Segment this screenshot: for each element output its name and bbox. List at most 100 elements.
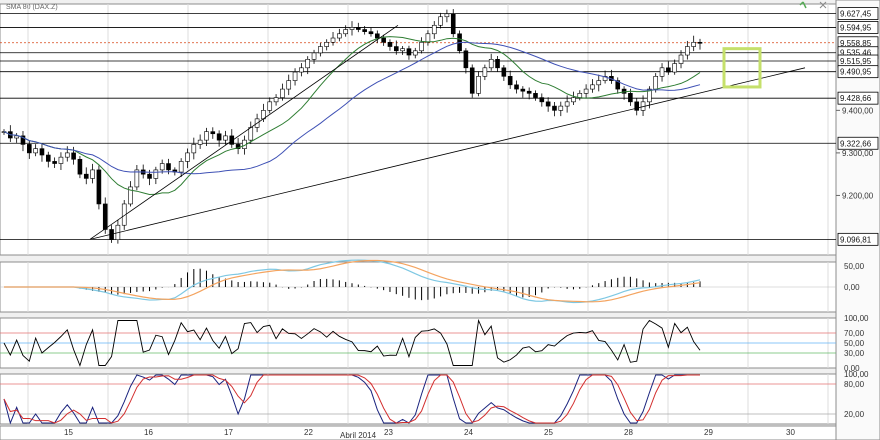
price-box-label: 9.490,95: [840, 68, 872, 77]
candle-body: [533, 93, 538, 98]
candle-body: [520, 88, 526, 92]
rsi-tick-label: 50,00: [844, 339, 865, 348]
candle-body: [685, 46, 690, 56]
candle-body: [697, 41, 703, 44]
candle-body: [27, 144, 32, 154]
candle-body: [495, 59, 500, 69]
candle-body: [58, 156, 64, 164]
candle-body: [318, 46, 323, 54]
candle-body: [33, 148, 38, 154]
candle-body: [52, 161, 57, 164]
stoch-tick-label: 100,00: [844, 370, 869, 379]
candle-body: [400, 48, 405, 52]
candle-body: [191, 144, 197, 154]
candle-body: [634, 101, 640, 111]
price-box-label: 9.428,66: [840, 94, 872, 103]
candle-body: [387, 41, 393, 47]
candle-body: [134, 169, 140, 188]
candle-body: [419, 41, 424, 52]
candle-body: [672, 63, 677, 73]
candle-body: [305, 59, 311, 69]
candle-body: [438, 16, 443, 26]
candle-body: [501, 67, 507, 77]
price-box-label: 9.322,66: [840, 139, 872, 148]
candle-body: [590, 84, 595, 90]
rsi-tick-label: 70,00: [844, 329, 865, 338]
macd-tick-label: 0,00: [844, 283, 860, 292]
candle-body: [545, 101, 551, 107]
candle-body: [469, 67, 475, 94]
candle-body: [153, 169, 159, 179]
candle-body: [362, 29, 367, 32]
candle-body: [64, 152, 70, 158]
candle-body: [482, 67, 488, 77]
x-tick-label: 29: [704, 428, 713, 437]
candle-body: [653, 76, 659, 90]
candle-body: [450, 13, 456, 35]
candle-body: [659, 67, 665, 77]
stoch-tick-label: 20,00: [844, 410, 865, 419]
candle-body: [463, 50, 469, 69]
candle-body: [425, 33, 431, 43]
candle-body: [507, 76, 513, 86]
indicator-label: SMA 80 (DAX.Z): [6, 4, 58, 11]
x-tick-label: 22: [304, 428, 313, 437]
stoch-tick-label: 80,00: [844, 380, 865, 389]
chart: SMA 80 (DAX.Z) 9.627,45 9.594,95 9.558,85 9.…: [0, 0, 880, 440]
candle-body: [71, 152, 76, 160]
price-box-label: 9.627,45: [840, 10, 872, 19]
candle-body: [83, 173, 89, 179]
candle-body: [431, 24, 437, 35]
candle-body: [596, 80, 602, 86]
candle-body: [583, 88, 589, 94]
candle-body: [185, 152, 190, 162]
candle-body: [356, 27, 361, 30]
candle-body: [267, 101, 273, 111]
x-tick-label: 24: [464, 428, 473, 437]
candle-body: [299, 67, 304, 73]
candle-body: [552, 105, 557, 111]
x-tick-label: 15: [64, 428, 73, 437]
candle-body: [197, 139, 203, 145]
candle-body: [476, 76, 481, 94]
candle-body: [330, 37, 336, 43]
candle-body: [45, 154, 51, 162]
candle-body: [210, 131, 216, 135]
price-box-label: 9.096,81: [840, 235, 872, 244]
candle-body: [678, 54, 684, 64]
candle-body: [159, 163, 165, 171]
rsi-tick-label: 30,00: [844, 349, 865, 358]
candle-body: [375, 33, 380, 39]
candle-body: [311, 52, 317, 60]
candle-body: [526, 90, 532, 94]
candle-body: [90, 169, 95, 179]
candle-body: [147, 173, 152, 179]
candle-body: [216, 133, 222, 141]
candle-body: [248, 127, 254, 141]
price-box-label: 9.594,95: [840, 23, 872, 32]
candle-body: [337, 33, 342, 39]
candle-body: [223, 135, 228, 141]
candle-body: [393, 46, 399, 52]
candle-body: [539, 97, 545, 103]
candle-body: [273, 97, 279, 103]
y-tick-label: 9.200,00: [842, 191, 874, 200]
candle-body: [39, 148, 45, 156]
candle-body: [571, 97, 576, 103]
candle-body: [102, 203, 108, 230]
candle-body: [564, 101, 570, 107]
candle-body: [488, 59, 494, 69]
rsi-tick-label: 100,00: [844, 314, 869, 323]
price-box-label: 9.515,95: [840, 57, 872, 66]
x-tick-label: 28: [624, 428, 633, 437]
candle-body: [666, 67, 671, 73]
candle-body: [444, 13, 450, 18]
x-tick-label: 30: [786, 428, 795, 437]
candle-body: [412, 50, 418, 56]
x-tick-label: 17: [224, 428, 233, 437]
candle-body: [166, 163, 171, 171]
x-tick-label: 16: [144, 428, 153, 437]
x-month-label: Abril 2014: [340, 431, 377, 440]
x-tick-label: 25: [544, 428, 553, 437]
candle-body: [577, 93, 583, 98]
